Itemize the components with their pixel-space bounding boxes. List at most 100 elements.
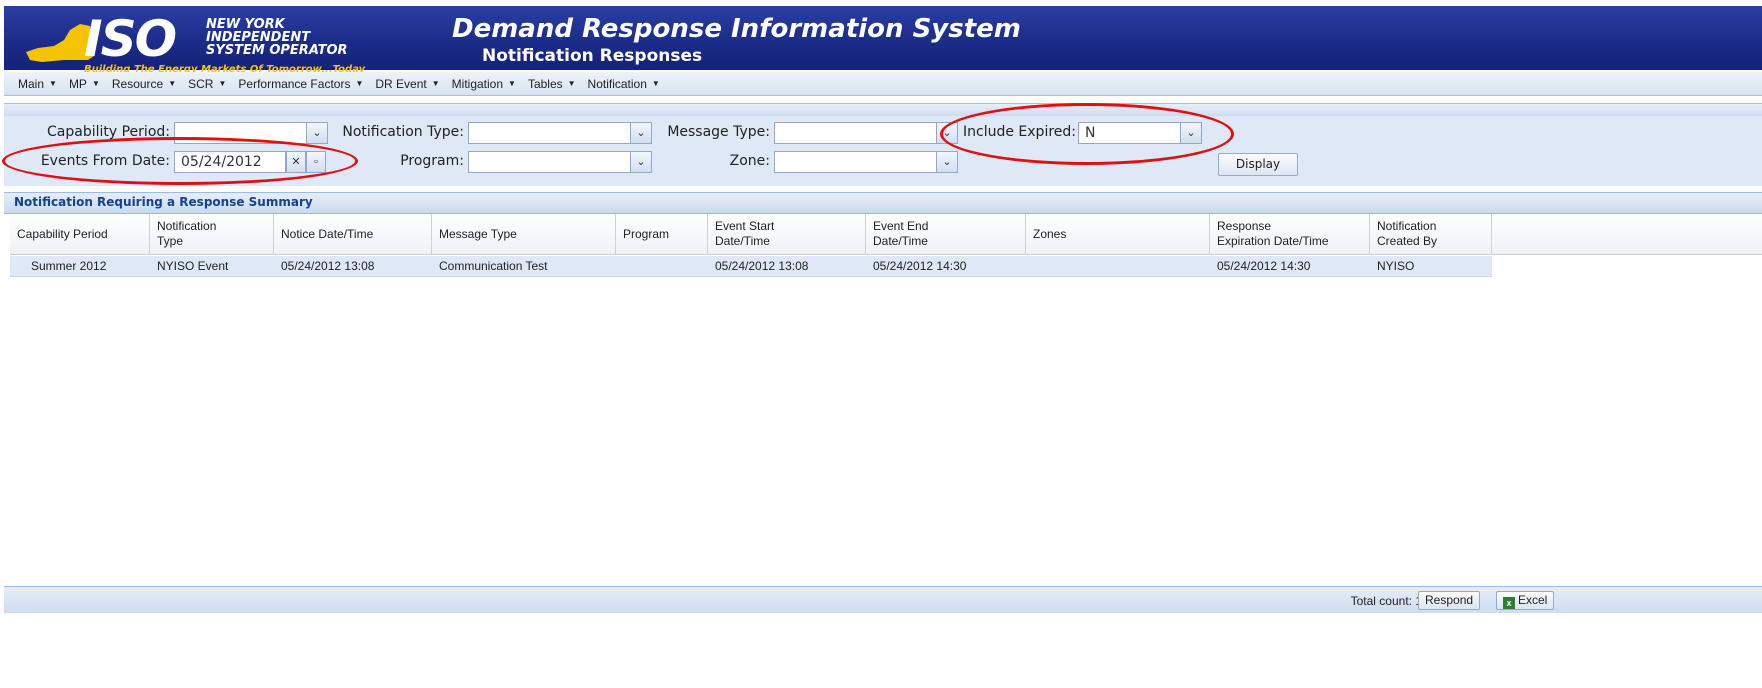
- menu-label: SCR: [188, 76, 214, 91]
- zone-label: Zone:: [729, 153, 770, 169]
- logo-iso-text: ISO: [84, 10, 177, 68]
- calendar-icon[interactable]: ▫: [306, 151, 326, 173]
- menu-label: Notification: [587, 76, 647, 91]
- capability-period-label: Capability Period:: [47, 124, 170, 140]
- caret-down-icon: ▼: [431, 79, 440, 88]
- menu-label: DR Event: [375, 76, 427, 91]
- total-count: Total count: 1: [1350, 594, 1422, 608]
- notification-type-select[interactable]: ⌄: [468, 122, 652, 144]
- menu-mitigation[interactable]: Mitigation ▼: [452, 77, 516, 91]
- respond-button[interactable]: Respond: [1418, 591, 1481, 610]
- app-window: ISO NEW YORK INDEPENDENT SYSTEM OPERATOR…: [0, 0, 1762, 688]
- menu-label: Main: [18, 76, 45, 91]
- include-expired-label: Include Expired:: [963, 124, 1076, 140]
- message-type-select[interactable]: ⌄: [774, 122, 958, 144]
- caret-down-icon: ▼: [91, 79, 100, 88]
- chevron-down-icon[interactable]: ⌄: [630, 152, 651, 172]
- page-title: Notification Responses: [482, 46, 703, 66]
- chevron-down-icon[interactable]: ⌄: [306, 123, 327, 143]
- menu-resource[interactable]: Resource ▼: [112, 77, 176, 91]
- table-row[interactable]: Summer 2012 NYISO Event 05/24/2012 13:08…: [10, 256, 1492, 277]
- caret-down-icon: ▼: [567, 79, 576, 88]
- nyiso-logo: ISO NEW YORK INDEPENDENT SYSTEM OPERATOR…: [24, 10, 414, 75]
- caret-down-icon: ▼: [508, 79, 516, 88]
- column-header-label: Event End Date/Time: [873, 219, 929, 248]
- clear-date-icon[interactable]: ✕: [286, 151, 306, 173]
- zone-select[interactable]: ⌄: [774, 151, 958, 173]
- include-expired-value: N: [1085, 125, 1096, 141]
- program-select[interactable]: ⌄: [468, 151, 652, 173]
- header-banner: ISO NEW YORK INDEPENDENT SYSTEM OPERATOR…: [4, 6, 1762, 75]
- main-menubar: Main ▼ MP ▼ Resource ▼ SCR ▼ Performance Fac…: [4, 72, 1762, 96]
- menu-main[interactable]: Main ▼: [18, 77, 57, 91]
- caret-down-icon: ▼: [49, 79, 57, 88]
- menu-performance-factors[interactable]: Performance Factors ▼: [238, 77, 363, 91]
- cell-event-end: 05/24/2012 14:30: [873, 259, 967, 273]
- column-header-label: Event Start Date/Time: [715, 219, 775, 248]
- column-header-response-expiration[interactable]: Response Expiration Date/Time: [1210, 214, 1370, 254]
- column-header-event-start[interactable]: Event Start Date/Time: [708, 214, 866, 254]
- column-header-label: Program: [623, 226, 670, 241]
- menu-label: MP: [68, 76, 87, 91]
- chevron-down-icon[interactable]: ⌄: [936, 152, 957, 172]
- notification-type-label: Notification Type:: [342, 124, 464, 140]
- column-header-label: Notification Type: [157, 219, 217, 248]
- filter-panel-header: [4, 103, 1762, 117]
- excel-icon: x: [1503, 597, 1515, 609]
- column-header-created-by[interactable]: Notification Created By: [1370, 214, 1492, 254]
- display-button[interactable]: Display: [1218, 153, 1298, 176]
- chevron-down-icon[interactable]: ⌄: [1180, 123, 1201, 143]
- column-header-notice-date-time[interactable]: Notice Date/Time: [274, 214, 432, 254]
- cell-event-start: 05/24/2012 13:08: [715, 259, 809, 273]
- include-expired-select[interactable]: N ⌄: [1078, 122, 1202, 144]
- cell-capability-period: Summer 2012: [31, 259, 107, 273]
- column-header-notification-type[interactable]: Notification Type: [150, 214, 274, 254]
- caret-down-icon: ▼: [168, 79, 177, 88]
- column-header-label: Notification Created By: [1377, 219, 1438, 248]
- menu-label: Mitigation: [451, 76, 504, 91]
- menu-label: Tables: [527, 76, 563, 91]
- grid-title-bar: Notification Requiring a Response Summar…: [4, 192, 1762, 214]
- column-header-zones[interactable]: Zones: [1026, 214, 1210, 254]
- message-type-label: Message Type:: [667, 124, 770, 140]
- caret-down-icon: ▼: [355, 79, 364, 88]
- app-title: Demand Response Information System: [452, 14, 1021, 44]
- menu-scr[interactable]: SCR ▼: [188, 77, 226, 91]
- column-header-label: Response Expiration Date/Time: [1217, 219, 1329, 248]
- excel-button-label: Excel: [1518, 593, 1548, 607]
- cell-created-by: NYISO: [1377, 259, 1415, 273]
- events-from-date-value: 05/24/2012: [181, 154, 262, 170]
- chevron-down-icon[interactable]: ⌄: [936, 123, 957, 143]
- column-header-program[interactable]: Program: [616, 214, 708, 254]
- chevron-down-icon[interactable]: ⌄: [630, 123, 651, 143]
- column-header-capability-period[interactable]: Capability Period: [10, 214, 150, 254]
- column-header-label: Capability Period: [17, 226, 108, 241]
- menu-label: Resource: [111, 76, 164, 91]
- column-header-event-end[interactable]: Event End Date/Time: [866, 214, 1026, 254]
- program-label: Program:: [400, 153, 464, 169]
- menu-tables[interactable]: Tables ▼: [528, 77, 576, 91]
- column-header-label: Message Type: [439, 226, 517, 241]
- cell-notification-type: NYISO Event: [157, 259, 229, 273]
- caret-down-icon: ▼: [651, 79, 660, 88]
- column-header-label: Zones: [1033, 226, 1067, 241]
- column-header-label: Notice Date/Time: [281, 226, 374, 241]
- events-from-date-input[interactable]: 05/24/2012: [174, 151, 286, 173]
- grid-header: Capability Period Notification Type Noti…: [10, 214, 1762, 255]
- caret-down-icon: ▼: [218, 79, 227, 88]
- menu-label: Performance Factors: [238, 76, 351, 91]
- cell-response-expiration: 05/24/2012 14:30: [1217, 259, 1311, 273]
- logo-org-text: NEW YORK INDEPENDENT SYSTEM OPERATOR: [206, 18, 348, 57]
- events-from-date-label: Events From Date:: [40, 153, 170, 169]
- column-header-message-type[interactable]: Message Type: [432, 214, 616, 254]
- capability-period-select[interactable]: ⌄: [174, 122, 328, 144]
- menu-dr-event[interactable]: DR Event ▼: [375, 77, 439, 91]
- excel-export-button[interactable]: x Excel: [1496, 591, 1555, 610]
- cell-message-type: Communication Test: [439, 259, 548, 273]
- cell-zones: [1026, 256, 1033, 276]
- menu-mp[interactable]: MP ▼: [69, 77, 100, 91]
- logo-org-line3: SYSTEM OPERATOR: [206, 43, 348, 58]
- menu-notification[interactable]: Notification ▼: [588, 77, 660, 91]
- grid-footer-toolbar: Total count: 1 Respond x Excel: [4, 586, 1762, 613]
- cell-program: [616, 256, 623, 276]
